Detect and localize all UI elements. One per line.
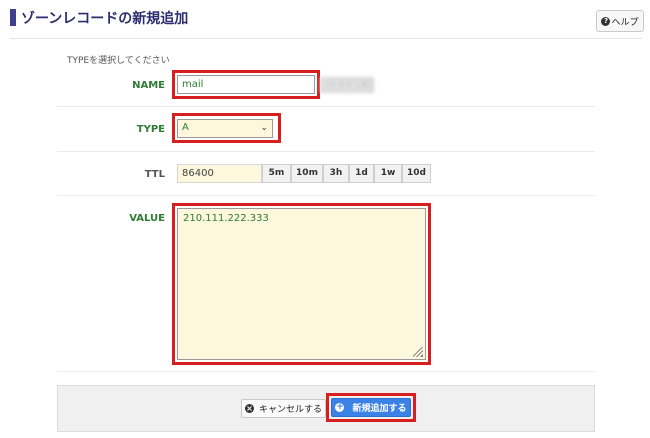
ttl-label: TTL	[144, 169, 165, 180]
cancel-button-label: キャンセルする	[258, 405, 322, 415]
ttl-preset-1w[interactable]: 1w	[374, 164, 402, 183]
plus-circle-icon: +	[335, 402, 345, 412]
instruction-text: TYPEを選択してください	[67, 56, 170, 66]
row-divider	[57, 195, 595, 196]
cancel-button[interactable]: × キャンセルする	[241, 399, 326, 418]
name-input[interactable]: mail	[177, 75, 315, 94]
ttl-preset-10m[interactable]: 10m	[291, 164, 323, 183]
title-accent-bar	[10, 9, 16, 26]
ttl-input[interactable]: 86400	[177, 164, 262, 183]
row-divider	[57, 151, 595, 152]
resize-handle-icon[interactable]	[413, 347, 423, 357]
header-divider	[10, 38, 642, 39]
domain-suffix: （ドメイン名）	[320, 77, 377, 93]
ttl-preset-10d[interactable]: 10d	[402, 164, 431, 183]
add-button-label: 新規追加する	[352, 404, 407, 414]
value-text: 210.111.222.333	[183, 213, 269, 224]
chevron-down-icon: ⌄	[260, 123, 268, 133]
help-button[interactable]: ? ヘルプ	[596, 10, 644, 32]
type-label: TYPE	[136, 124, 165, 135]
page-title: ゾーンレコードの新規追加	[21, 11, 189, 27]
value-label: VALUE	[129, 213, 165, 224]
type-select[interactable]: A ⌄	[177, 119, 273, 138]
ttl-preset-1d[interactable]: 1d	[349, 164, 374, 183]
times-circle-icon: ×	[244, 404, 254, 413]
type-selected-value: A	[182, 122, 189, 133]
row-divider	[57, 371, 595, 372]
ttl-preset-3h[interactable]: 3h	[323, 164, 349, 183]
question-circle-icon: ?	[601, 16, 611, 26]
name-label: NAME	[132, 80, 165, 91]
add-button[interactable]: + 新規追加する	[331, 398, 411, 417]
value-textarea[interactable]: 210.111.222.333	[177, 208, 426, 360]
ttl-preset-5m[interactable]: 5m	[262, 164, 291, 183]
row-divider	[57, 106, 595, 107]
help-button-label: ヘルプ	[611, 17, 639, 28]
